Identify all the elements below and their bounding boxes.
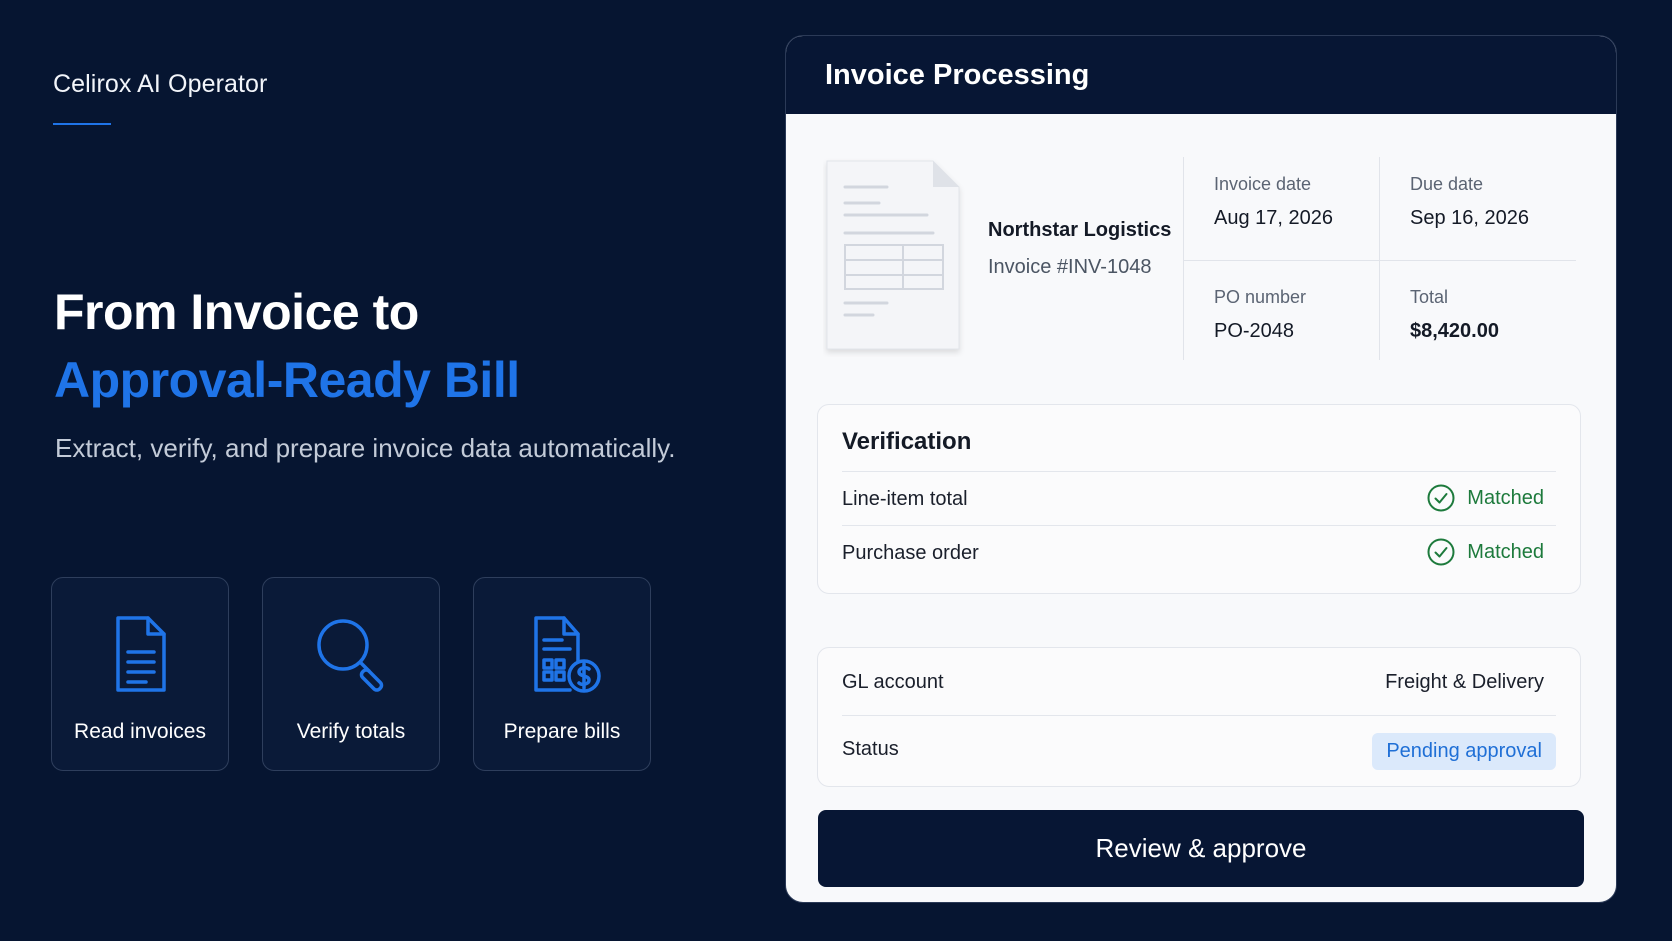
- feature-list: Read invoices Verify totals Prepare bill…: [51, 577, 651, 771]
- due-date-value: Sep 16, 2026: [1410, 207, 1529, 229]
- review-approve-button[interactable]: Review & approve: [818, 810, 1584, 887]
- total-cell: Total $8,420.00: [1410, 287, 1499, 343]
- brand-name: Celirox AI Operator: [53, 70, 268, 98]
- gl-status-card: GL account Freight & Delivery Status Pen…: [817, 647, 1581, 787]
- invoice-thumbnail: [826, 160, 960, 350]
- total-value: $8,420.00: [1410, 320, 1499, 342]
- check-circle-icon: [1427, 538, 1455, 566]
- divider: [1183, 157, 1184, 360]
- status-text: Matched: [1467, 540, 1544, 563]
- feature-label: Verify totals: [296, 720, 406, 743]
- po-number-cell: PO number PO-2048: [1214, 287, 1306, 343]
- magnifier-icon: [317, 619, 384, 692]
- headline-line-1: From Invoice to: [54, 284, 419, 340]
- gl-account-value: Freight & Delivery: [1385, 671, 1544, 693]
- document-icon: [116, 616, 166, 692]
- line-item-total-label: Line-item total: [842, 488, 968, 510]
- panel-title: Invoice Processing: [786, 36, 1616, 114]
- feature-label: Prepare bills: [503, 720, 621, 743]
- divider: [1379, 157, 1380, 360]
- line-item-total-status: Matched: [1427, 484, 1544, 512]
- due-date-cell: Due date Sep 16, 2026: [1410, 174, 1529, 230]
- invoice-number: Invoice #INV-1048: [988, 256, 1152, 278]
- divider: [842, 525, 1556, 526]
- brand-underline: [53, 123, 111, 125]
- invoice-date-value: Aug 17, 2026: [1214, 207, 1333, 229]
- po-number-value: PO-2048: [1214, 320, 1295, 342]
- feature-card-prepare-bills[interactable]: Prepare bills: [473, 577, 651, 771]
- divider: [1183, 260, 1576, 261]
- divider: [842, 715, 1556, 716]
- status-text: Matched: [1467, 486, 1544, 509]
- panel-body: Northstar Logistics Invoice #INV-1048 In…: [786, 114, 1616, 902]
- invoice-dollar-icon: [534, 616, 601, 693]
- check-circle-icon: [1427, 484, 1455, 512]
- invoice-panel: Invoice Processing Northstar Logistics I…: [785, 35, 1617, 903]
- due-date-label: Due date: [1410, 174, 1484, 194]
- invoice-date-cell: Invoice date Aug 17, 2026: [1214, 174, 1333, 230]
- feature-label: Read invoices: [74, 720, 206, 743]
- total-label: Total: [1410, 287, 1449, 307]
- purchase-order-label: Purchase order: [842, 542, 979, 564]
- po-number-label: PO number: [1214, 287, 1307, 307]
- invoice-date-label: Invoice date: [1214, 174, 1312, 194]
- hero-subtitle: Extract, verify, and prepare invoice dat…: [55, 433, 676, 463]
- hero-headline: From Invoice to Approval-Ready Bill: [54, 278, 520, 414]
- purchase-order-status: Matched: [1427, 538, 1544, 566]
- verification-card: Verification Line-item total Matched Pur…: [817, 404, 1581, 594]
- vendor-name: Northstar Logistics: [988, 219, 1172, 241]
- feature-card-verify-totals[interactable]: Verify totals: [262, 577, 440, 771]
- verification-title: Verification: [842, 428, 972, 455]
- divider: [842, 471, 1556, 472]
- status-label: Status: [842, 738, 899, 760]
- headline-line-2: Approval-Ready Bill: [54, 352, 520, 408]
- gl-account-label: GL account: [842, 671, 944, 693]
- feature-card-read-invoices[interactable]: Read invoices: [51, 577, 229, 771]
- status-badge: Pending approval: [1372, 733, 1556, 770]
- invoice-meta-grid: Invoice date Aug 17, 2026 Due date Sep 1…: [1183, 157, 1576, 360]
